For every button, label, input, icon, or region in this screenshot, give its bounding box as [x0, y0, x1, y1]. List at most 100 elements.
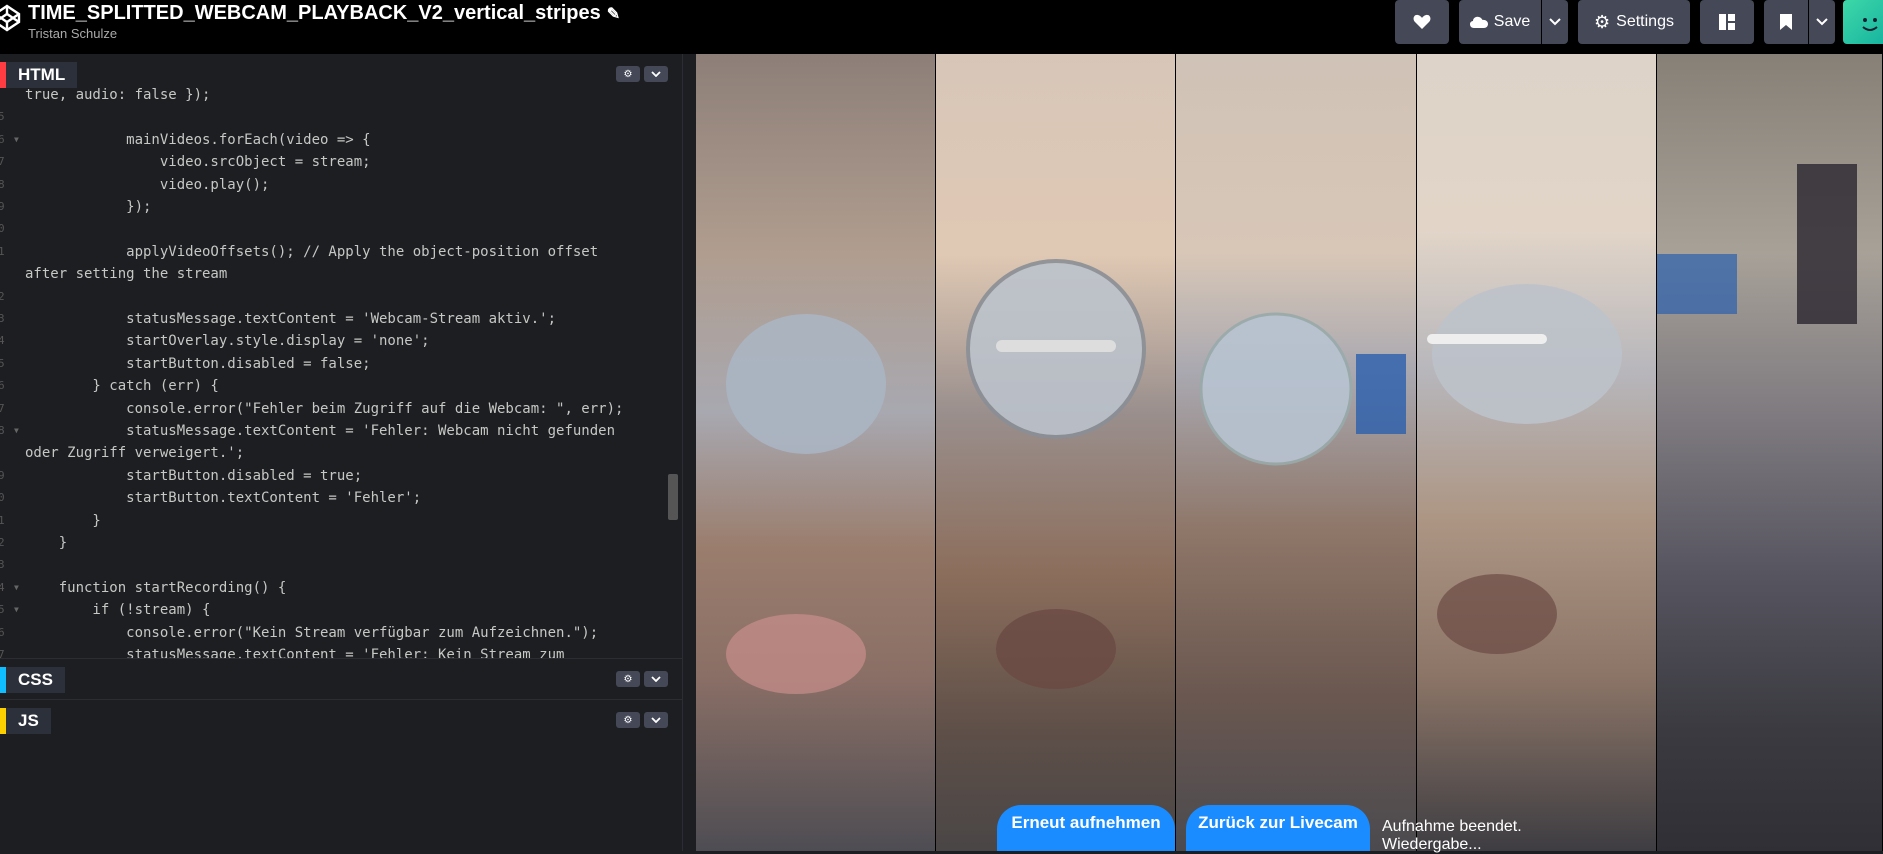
code-line[interactable]: 6 ▼ mainVideos.forEach(video => {	[0, 129, 668, 151]
code-line[interactable]: 5 startButton.disabled = false;	[0, 353, 668, 375]
line-number: 1	[0, 244, 5, 258]
html-collapse-button[interactable]	[644, 66, 668, 82]
css-panel-header: CSS ⚙	[0, 658, 682, 699]
save-button[interactable]: Save	[1459, 0, 1541, 44]
code-text: mainVideos.forEach(video => {	[25, 131, 371, 148]
line-number: 0	[0, 222, 5, 236]
like-button[interactable]	[1395, 0, 1449, 44]
code-line[interactable]: 8 video.play();	[0, 174, 668, 196]
css-panel-controls: ⚙	[616, 671, 668, 687]
line-number: 8	[0, 424, 5, 437]
layout-icon	[1719, 14, 1735, 30]
code-scrollbar[interactable]	[668, 474, 678, 520]
status-message: Aufnahme beendet. Wiedergabe...	[1382, 818, 1522, 853]
code-line[interactable]: 2	[0, 286, 668, 308]
fold-arrow-icon[interactable]: ▼	[14, 420, 19, 442]
layout-button[interactable]	[1700, 0, 1754, 44]
gear-icon: ⚙	[623, 673, 633, 685]
code-line[interactable]: 9 });	[0, 196, 668, 218]
line-number: 2	[0, 289, 5, 303]
html-code-editor[interactable]: true, audio: false }); 5 6 ▼ mainVideos.for…	[0, 88, 668, 658]
gear-icon: ⚙	[623, 714, 633, 726]
line-number: 7	[0, 155, 5, 169]
code-text: video.srcObject = stream;	[25, 154, 371, 171]
fold-arrow-icon[interactable]: ▼	[14, 577, 19, 599]
code-line[interactable]: 7 console.error("Fehler beim Zugriff auf…	[0, 398, 668, 420]
code-line[interactable]: 5	[0, 106, 668, 128]
avatar[interactable]	[1843, 0, 1883, 44]
code-text: } catch (err) {	[25, 378, 219, 395]
code-line[interactable]: true, audio: false });	[0, 88, 668, 106]
fold-arrow-icon[interactable]: ▼	[14, 599, 19, 621]
code-line[interactable]: 3	[0, 554, 668, 576]
html-settings-button[interactable]: ⚙	[616, 66, 640, 82]
code-text: function startRecording() {	[25, 579, 287, 596]
settings-label: Settings	[1616, 13, 1674, 30]
video-stripe-1	[696, 54, 936, 851]
bookmark-button[interactable]	[1764, 0, 1808, 44]
code-line[interactable]: 0 startButton.textContent = 'Fehler';	[0, 487, 668, 509]
pen-author[interactable]: Tristan Schulze	[28, 26, 117, 41]
back-to-livecam-button[interactable]: Zurück zur Livecam	[1186, 805, 1370, 851]
code-text: console.error("Fehler beim Zugriff auf d…	[25, 400, 624, 417]
record-again-button[interactable]: Erneut aufnehmen	[997, 805, 1175, 851]
js-panel-title[interactable]: JS	[0, 708, 51, 734]
pen-title[interactable]: TIME_SPLITTED_WEBCAM_PLAYBACK_V2_vertica…	[28, 2, 620, 25]
code-line[interactable]: 4 ▼ function startRecording() {	[0, 577, 668, 599]
html-panel-title[interactable]: HTML	[0, 62, 78, 88]
settings-button[interactable]: ⚙ Settings	[1578, 0, 1690, 44]
code-line[interactable]: 6 console.error("Kein Stream verfügbar z…	[0, 622, 668, 644]
code-line[interactable]: after setting the stream	[0, 263, 668, 285]
js-settings-button[interactable]: ⚙	[616, 712, 640, 728]
preview-pane	[696, 54, 1883, 851]
code-line[interactable]: 1 }	[0, 510, 668, 532]
code-text: startButton.disabled = true;	[25, 467, 363, 484]
pencil-icon[interactable]: ✎	[607, 4, 620, 24]
code-text: console.error("Kein Stream verfügbar zum…	[25, 624, 599, 641]
bookmark-options-button[interactable]	[1809, 0, 1835, 44]
line-number: 9	[0, 200, 5, 213]
line-number: 4	[0, 580, 5, 594]
save-options-button[interactable]	[1542, 0, 1568, 44]
chevron-down-icon	[651, 676, 661, 682]
js-collapse-button[interactable]	[644, 712, 668, 728]
code-text: if (!stream) {	[25, 602, 211, 619]
line-number: 6	[0, 132, 5, 146]
header-bar: TIME_SPLITTED_WEBCAM_PLAYBACK_V2_vertica…	[0, 0, 1883, 54]
code-line[interactable]: oder Zugriff verweigert.';	[0, 442, 668, 464]
gear-icon: ⚙	[623, 68, 633, 80]
line-number: 0	[0, 491, 5, 505]
code-line[interactable]: 9 startButton.disabled = true;	[0, 465, 668, 487]
codepen-logo[interactable]	[0, 3, 22, 33]
code-text: statusMessage.textContent = 'Fehler: Web…	[25, 423, 616, 439]
code-text: statusMessage.textContent = 'Webcam-Stre…	[25, 311, 557, 327]
code-line[interactable]: 6 } catch (err) {	[0, 375, 668, 397]
css-settings-button[interactable]: ⚙	[616, 671, 640, 687]
code-line[interactable]: 1 applyVideoOffsets(); // Apply the obje…	[0, 241, 668, 263]
code-line[interactable]: 4 startOverlay.style.display = 'none';	[0, 330, 668, 352]
code-text: startOverlay.style.display = 'none';	[25, 333, 430, 350]
chevron-down-icon	[651, 717, 661, 723]
code-line[interactable]: 5 ▼ if (!stream) {	[0, 599, 668, 621]
chevron-down-icon	[651, 71, 661, 77]
pen-title-text: TIME_SPLITTED_WEBCAM_PLAYBACK_V2_vertica…	[28, 2, 601, 24]
video-stripe-4	[1417, 54, 1657, 851]
video-stripe-3	[1176, 54, 1417, 851]
line-number: 9	[0, 468, 5, 482]
line-number: 6	[0, 625, 5, 639]
css-panel-title[interactable]: CSS	[0, 667, 65, 693]
code-line[interactable]: 0	[0, 218, 668, 240]
css-collapse-button[interactable]	[644, 671, 668, 687]
code-line[interactable]: 3 statusMessage.textContent = 'Webcam-St…	[0, 308, 668, 330]
code-text: oder Zugriff verweigert.';	[25, 445, 245, 462]
line-number: 4	[0, 334, 5, 348]
code-line[interactable]: 7 video.srcObject = stream;	[0, 151, 668, 173]
fold-arrow-icon[interactable]: ▼	[14, 129, 19, 151]
code-line[interactable]: 8 ▼ statusMessage.textContent = 'Fehler: …	[0, 420, 668, 442]
editor-resizer[interactable]	[682, 54, 697, 851]
save-label: Save	[1493, 13, 1531, 30]
bookmark-icon	[1780, 14, 1792, 30]
code-line[interactable]: 7 statusMessage.textContent = 'Fehler: K…	[0, 644, 668, 658]
code-line[interactable]: 2 }	[0, 532, 668, 554]
video-stripe-2	[936, 54, 1176, 851]
